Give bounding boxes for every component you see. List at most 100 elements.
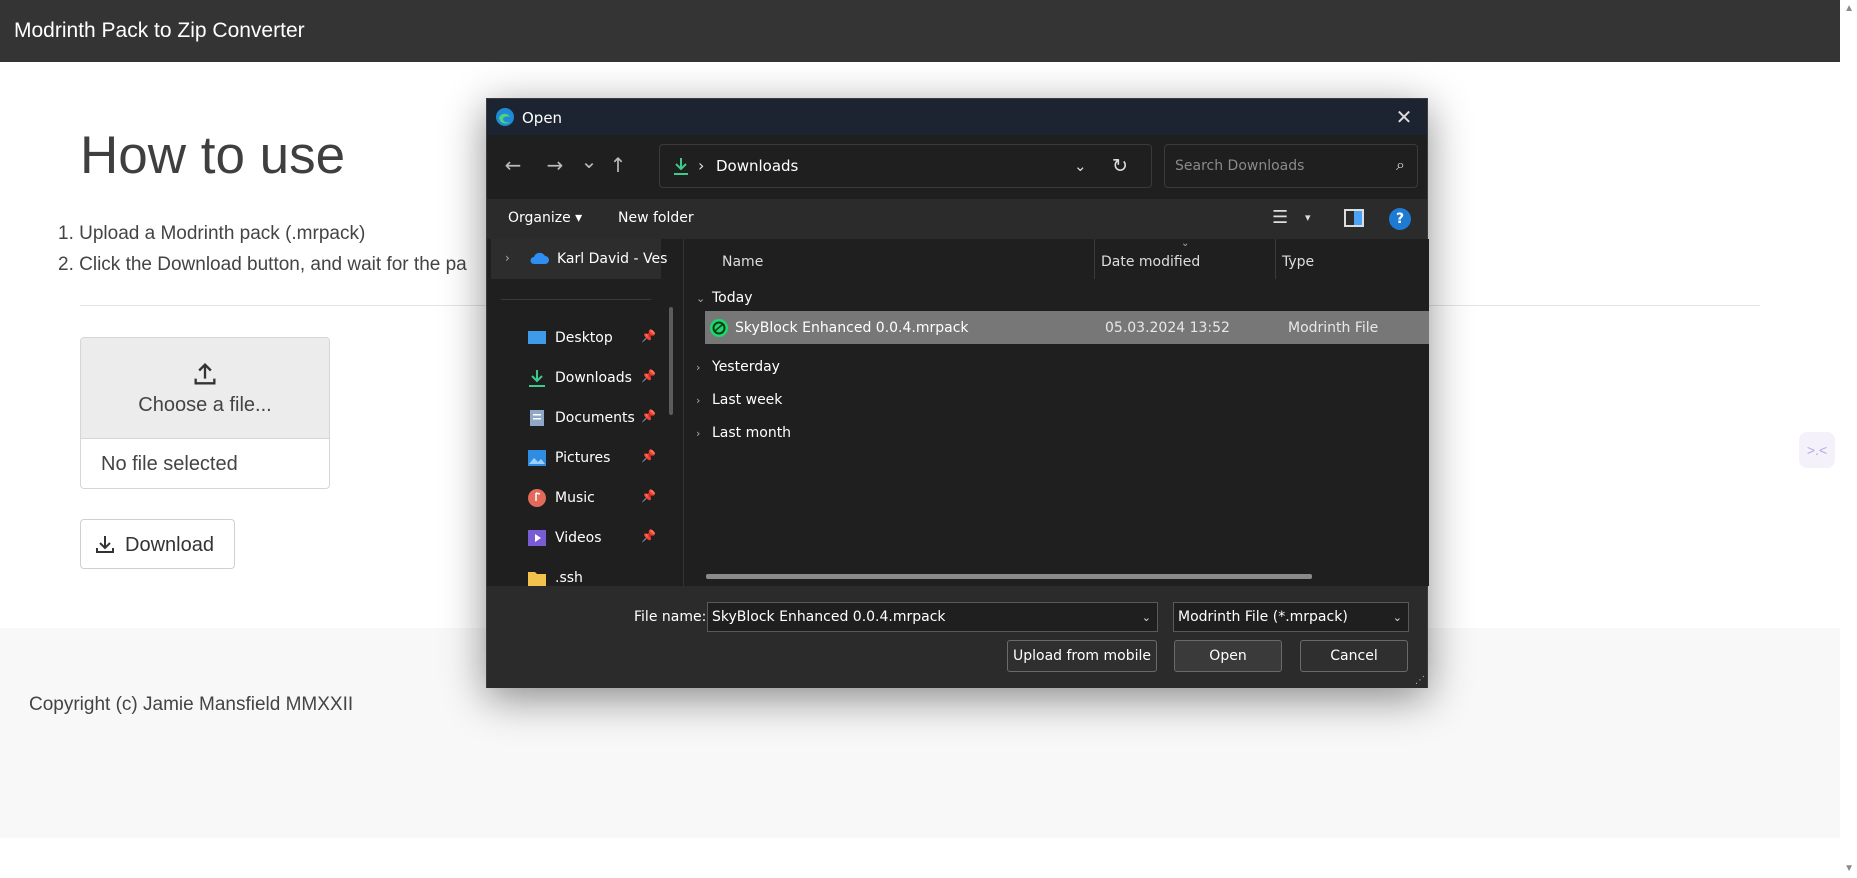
file-row-selected[interactable]: SkyBlock Enhanced 0.0.4.mrpack 05.03.202… [705,311,1429,344]
pin-icon[interactable]: 📌 [641,489,656,503]
up-arrow-icon[interactable]: ↑ [604,153,632,177]
sidebar-item-pictures[interactable]: Pictures 📌 [527,439,667,479]
file-type-filter-select[interactable]: Modrinth File (*.mrpack) ⌄ [1173,602,1409,632]
open-file-dialog: Open ✕ ← → ⌄ ↑ › Downloads ⌄ ↻ Search Do… [486,98,1429,688]
site-brand[interactable]: Modrinth Pack to Zip Converter [14,19,305,43]
chevron-down-icon[interactable]: ⌄ [1142,611,1151,624]
group-label: Today [712,290,753,306]
download-button[interactable]: Download [80,519,235,569]
group-label: Last week [712,392,783,408]
group-today[interactable]: ⌄ Today [696,290,753,306]
pin-icon[interactable]: 📌 [641,529,656,543]
column-date-label: Date modified [1101,254,1201,270]
top-navbar: Modrinth Pack to Zip Converter [0,0,1840,62]
view-options-dropdown[interactable]: ▾ [1305,211,1311,224]
selected-file-name: No file selected [101,453,238,475]
dialog-titlebar[interactable]: Open ✕ [487,99,1427,135]
instructions-list: 1. Upload a Modrinth pack (.mrpack) 2. C… [58,218,467,280]
file-upload-box[interactable]: Choose a file... No file selected [80,337,330,489]
sort-indicator-icon: ⌄ [1181,239,1190,249]
sidebar-item-label: Videos [555,530,602,546]
sidebar-item-ssh[interactable]: .ssh [527,559,667,586]
resize-grip-icon[interactable]: ⋰ [1415,675,1425,686]
chevron-down-icon[interactable]: ⌄ [1074,157,1087,175]
refresh-icon[interactable]: ↻ [1112,155,1128,177]
expand-icon[interactable]: › [505,251,510,265]
pin-icon[interactable]: 📌 [641,409,656,423]
column-type-label: Type [1282,254,1315,270]
scroll-up-icon[interactable]: ▲ [1844,3,1854,14]
forward-arrow-icon[interactable]: → [541,153,569,177]
cloud-icon [530,252,549,264]
horizontal-scrollbar[interactable] [706,574,1312,579]
modrinth-file-icon [710,319,728,337]
cancel-button[interactable]: Cancel [1300,640,1408,672]
column-header-type[interactable]: Type [1276,239,1426,279]
scroll-down-icon[interactable]: ▼ [1844,863,1854,874]
group-label: Yesterday [712,359,780,375]
search-input[interactable]: Search Downloads ⌕ [1164,144,1418,188]
column-header-date[interactable]: Date modified ⌄ [1095,239,1275,279]
pin-icon[interactable]: 📌 [641,449,656,463]
sidebar-item-label: Pictures [555,450,611,466]
view-list-icon[interactable]: ☰ [1272,207,1288,228]
pictures-icon [528,450,546,466]
sidebar-item-label: .ssh [555,570,583,586]
upload-from-mobile-button[interactable]: Upload from mobile [1007,640,1157,672]
breadcrumb-downloads[interactable]: Downloads [716,157,798,175]
group-label: Last month [712,425,792,441]
search-icon[interactable]: ⌕ [1396,155,1405,175]
organize-menu[interactable]: Organize ▾ [508,210,582,226]
documents-icon [530,410,544,426]
nav-pane-scrollbar[interactable] [669,307,673,415]
sidebar-item-videos[interactable]: Videos 📌 [527,519,667,559]
help-icon[interactable]: ? [1389,208,1411,230]
chevron-right-icon[interactable]: › [696,361,712,374]
dialog-toolbar: Organize ▾ New folder ☰ ▾ ? [487,199,1427,239]
file-name-value: SkyBlock Enhanced 0.0.4.mrpack [712,609,946,625]
side-widget-icon[interactable]: >.< [1799,432,1835,468]
column-header-name[interactable]: Name [684,239,1094,279]
dialog-bottom-bar: File name: SkyBlock Enhanced 0.0.4.mrpac… [487,586,1427,688]
downloads-icon [529,370,545,387]
sidebar-item-documents[interactable]: Documents 📌 [527,399,667,439]
sidebar-item-desktop[interactable]: Desktop 📌 [527,319,667,359]
group-yesterday[interactable]: › Yesterday [696,359,780,375]
nav-divider [501,299,651,300]
upload-icon [194,363,216,385]
dialog-title: Open [522,109,563,127]
navigation-pane: › Karl David - Ves Desktop 📌 Downloads 📌… [487,239,683,586]
download-icon [96,536,114,553]
page-title: How to use [80,126,346,185]
address-bar[interactable]: › Downloads ⌄ ↻ [659,144,1152,188]
chevron-right-icon[interactable]: › [696,427,712,440]
chevron-down-icon[interactable]: ⌄ [696,292,712,305]
file-name-field[interactable]: SkyBlock Enhanced 0.0.4.mrpack ⌄ [707,602,1158,632]
close-icon[interactable]: ✕ [1391,105,1417,129]
new-folder-button[interactable]: New folder [618,210,694,226]
search-placeholder: Search Downloads [1175,158,1305,174]
breadcrumb-separator: › [698,156,705,175]
recent-locations-icon[interactable]: ⌄ [575,149,603,173]
group-last-week[interactable]: › Last week [696,392,782,408]
file-type-filter-value: Modrinth File (*.mrpack) [1178,609,1348,625]
page-scrollbar[interactable]: ▲ ▼ [1840,0,1857,878]
group-last-month[interactable]: › Last month [696,425,791,441]
sidebar-item-downloads[interactable]: Downloads 📌 [527,359,667,399]
chevron-down-icon[interactable]: ⌄ [1393,611,1402,624]
open-button[interactable]: Open [1174,640,1282,672]
desktop-icon [528,331,546,344]
column-name-label: Name [722,254,764,270]
browser-viewport: Modrinth Pack to Zip Converter How to us… [0,0,1857,878]
pin-icon[interactable]: 📌 [641,329,656,343]
pin-icon[interactable]: 📌 [641,369,656,383]
sidebar-item-music[interactable]: Music 📌 [527,479,667,519]
music-icon [528,489,546,507]
back-arrow-icon[interactable]: ← [499,153,527,177]
choose-file-button[interactable]: Choose a file... [81,338,329,439]
sidebar-item-label: Desktop [555,330,613,346]
sidebar-item-onedrive[interactable]: › Karl David - Ves [491,239,667,279]
preview-pane-icon[interactable] [1344,209,1364,227]
copyright-text: Copyright (c) Jamie Mansfield MMXXII [29,694,354,715]
chevron-right-icon[interactable]: › [696,394,712,407]
